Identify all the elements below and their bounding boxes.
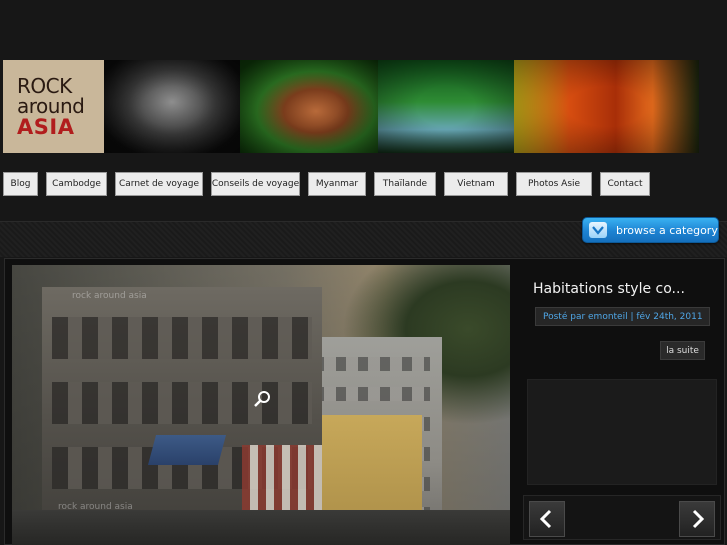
banner-photo-stone-face (104, 60, 240, 153)
banner-photo-monks (514, 60, 699, 153)
banner-photo-woman-portrait (240, 60, 378, 153)
logo-line-around: around (17, 93, 85, 118)
nav-item-cambodge[interactable]: Cambodge (46, 172, 107, 196)
post-title[interactable]: Habitations style co... (533, 281, 713, 297)
slider-nav-bar (523, 495, 721, 540)
nav-item-vietnam[interactable]: Vietnam (444, 172, 508, 196)
zoom-icon[interactable] (252, 389, 272, 409)
nav-item-myanmar[interactable]: Myanmar (308, 172, 366, 196)
browse-category-button[interactable]: browse a category (582, 217, 719, 243)
logo-line-rock: ROCK (17, 73, 72, 98)
nav-item-carnet-de-voyage[interactable]: Carnet de voyage (115, 172, 203, 196)
page: ROCK around ASIA Blog Cambodge Carnet de… (0, 0, 727, 545)
watermark-bottom: rock around asia (58, 502, 133, 512)
nav-item-thailande[interactable]: Thaïlande (374, 172, 436, 196)
arrow-left-icon[interactable] (529, 501, 565, 537)
main-nav: Blog Cambodge Carnet de voyage Conseils … (3, 172, 650, 196)
browse-category-label: browse a category (616, 223, 718, 237)
slide-awning (147, 435, 227, 465)
slide-street (12, 510, 510, 545)
header-banner: ROCK around ASIA (3, 60, 699, 153)
nav-item-photos-asie[interactable]: Photos Asie (516, 172, 592, 196)
post-excerpt-box (527, 379, 717, 485)
post-meta: Posté par emonteil | fév 24th, 2011 (535, 307, 710, 326)
slide-info-panel: Habitations style co... Posté par emonte… (513, 265, 721, 540)
arrow-right-icon[interactable] (679, 501, 715, 537)
nav-item-conseils-de-voyage[interactable]: Conseils de voyage (211, 172, 300, 196)
logo-line-asia: ASIA (17, 114, 75, 139)
read-more-button[interactable]: la suite (660, 341, 705, 360)
nav-item-blog[interactable]: Blog (3, 172, 38, 196)
featured-slider: rock around asia rock around asia Habita… (4, 258, 725, 545)
chevron-down-icon (589, 222, 607, 238)
slide-image[interactable]: rock around asia rock around asia (12, 265, 510, 545)
nav-item-contact[interactable]: Contact (600, 172, 650, 196)
site-logo[interactable]: ROCK around ASIA (3, 60, 104, 153)
banner-photo-boat-river (378, 60, 514, 153)
watermark-top: rock around asia (72, 291, 147, 301)
